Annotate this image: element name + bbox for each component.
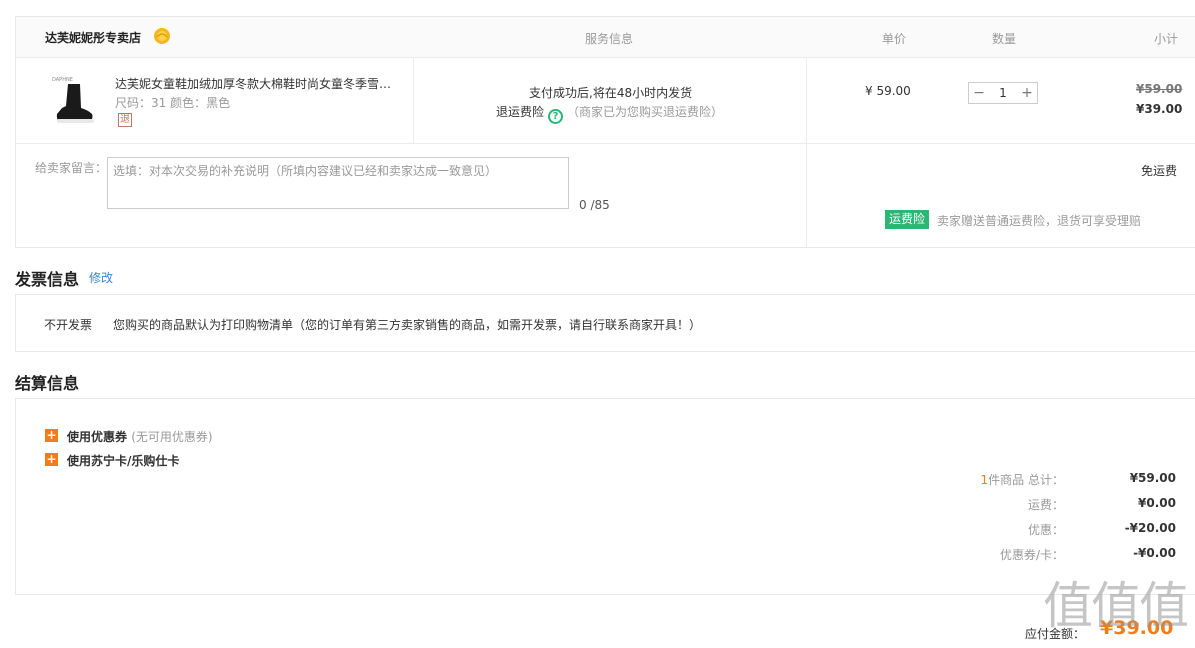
divider [806,144,807,248]
invoice-type: 不开发票 [44,318,93,332]
col-subtotal: 小计 [1154,32,1179,46]
store-badge-icon [154,28,170,44]
product-row: DAPHNE 达芙妮女童鞋加绒加厚冬款大棉鞋时尚女童冬季雪… 尺码：31 颜色：… [16,58,1195,144]
settlement-title: 结算信息 [15,374,80,393]
col-quantity: 数量 [992,32,1017,46]
qty-minus-button[interactable]: − [971,85,987,101]
expand-plus-icon[interactable]: + [45,429,58,442]
help-icon[interactable]: ? [548,109,564,124]
insurance-service: 退运费险? （商家已为您购买退运费险） [496,103,723,124]
invoice-desc: 您购买的商品默认为打印购物清单（您的订单有第三方卖家销售的商品，如需开发票，请自… [113,318,702,332]
coupon-label: 使用优惠券 [67,430,128,444]
card-option[interactable]: 使用苏宁卡/乐购仕卡 [67,452,179,469]
qty-value[interactable]: 1 [993,86,1013,100]
message-count: 0 /85 [579,198,610,212]
voucher-label: 优惠券/卡： [999,548,1064,562]
discount-value: -¥20.00 [1124,521,1176,535]
product-title[interactable]: 达芙妮女童鞋加绒加厚冬款大棉鞋时尚女童冬季雪… [115,75,400,92]
freight-value: ¥0.00 [1138,496,1176,510]
coupon-note: (无可用优惠券) [131,430,213,444]
message-input[interactable] [107,157,569,209]
voucher-value: -¥0.00 [1133,546,1176,560]
qty-plus-button[interactable]: + [1019,85,1035,101]
col-service: 服务信息 [585,32,634,46]
return-badge: 退 [118,113,132,127]
insurance-text: 卖家赠送普通运费险，退货可享受理赔 [937,214,1142,228]
insurance-label: 退运费险 [496,105,545,119]
discount-label: 优惠： [1027,523,1064,537]
summary-discount-row: 优惠： -¥20.00 [906,521,1176,539]
summary-freight-row: 运费： ¥0.00 [906,496,1176,514]
shipping-promise: 支付成功后,将在48小时内发货 [529,86,693,100]
original-subtotal: ¥59.00 [1136,82,1183,96]
invoice-title: 发票信息 [15,270,80,289]
col-unit-price: 单价 [882,32,907,46]
product-spec: 尺码：31 颜色：黑色 [115,96,231,110]
divider [413,58,414,144]
freight-label: 运费： [1027,498,1064,512]
subtotal: ¥39.00 [1136,102,1183,116]
store-name[interactable]: 达芙妮妮彤专卖店 [45,29,141,46]
message-label: 给卖家留言： [35,161,108,175]
order-box: 达芙妮妮彤专卖店 服务信息 单价 数量 小计 DAPHNE 达芙妮女童鞋加绒加厚… [15,16,1195,248]
summary-voucher-row: 优惠券/卡： -¥0.00 [906,546,1176,564]
invoice-edit-link[interactable]: 修改 [89,269,113,286]
order-header: 达芙妮妮彤专卖店 服务信息 单价 数量 小计 [16,17,1195,58]
summary-total-row: 1件商品 总计： ¥59.00 [906,471,1176,489]
invoice-box: 不开发票 您购买的商品默认为打印购物清单（您的订单有第三方卖家销售的商品，如需开… [15,294,1195,352]
settlement-box: + 使用优惠券 (无可用优惠券) + 使用苏宁卡/乐购仕卡 1件商品 总计： ¥… [15,398,1195,595]
coupon-option[interactable]: 使用优惠券 (无可用优惠券) [67,428,213,445]
expand-plus-icon[interactable]: + [45,453,58,466]
insurance-badge: 运费险 [885,210,930,229]
svg-text:DAPHNE: DAPHNE [52,77,73,83]
divider [806,58,807,144]
quantity-stepper: − 1 + [968,82,1038,104]
shipping-fee: 免运费 [1141,164,1178,178]
unit-price: ¥ 59.00 [865,84,911,98]
total-value: ¥59.00 [1129,471,1176,485]
insurance-note: （商家已为您购买退运费险） [567,105,724,119]
total-label: 件商品 总计： [988,473,1064,487]
watermark-logo: 值值值 [1043,577,1189,635]
product-image[interactable]: DAPHNE [48,74,100,128]
